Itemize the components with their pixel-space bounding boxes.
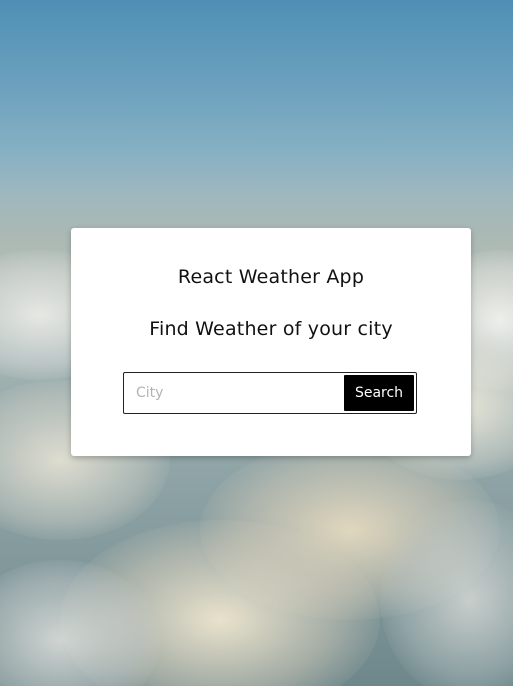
city-input[interactable]	[124, 374, 344, 412]
search-form: Search	[123, 372, 417, 414]
search-card: React Weather App Find Weather of your c…	[71, 228, 471, 456]
page-subtitle: Find Weather of your city	[149, 318, 393, 340]
search-button[interactable]: Search	[344, 375, 414, 411]
app-title: React Weather App	[177, 266, 365, 288]
